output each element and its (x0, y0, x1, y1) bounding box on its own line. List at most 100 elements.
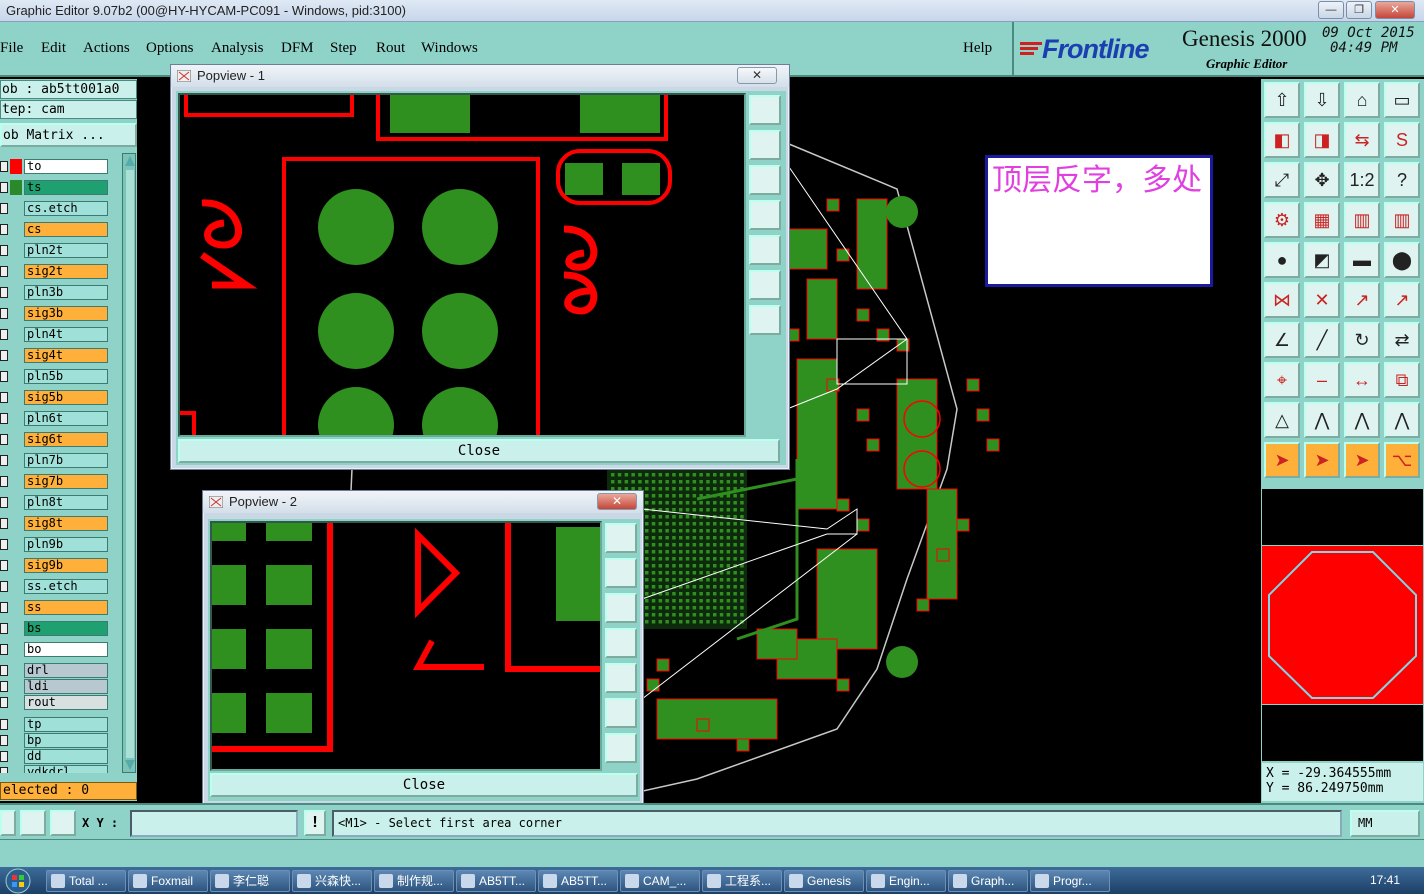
layer-row[interactable]: drl (0, 663, 110, 678)
layer-name[interactable]: tp (24, 717, 108, 732)
grid-icon[interactable]: ▦ (1304, 202, 1340, 238)
popview-2-close-button[interactable]: Close (210, 773, 638, 797)
diagonal-icon[interactable]: ╱ (1304, 322, 1340, 358)
layer-row[interactable]: tp (0, 717, 110, 732)
snap-icon[interactable]: ⌖ (1264, 362, 1300, 398)
layer-row[interactable]: pln7b (0, 453, 110, 468)
popview-1-close-button[interactable]: Close (178, 439, 780, 463)
layer-name[interactable]: sig9b (24, 558, 108, 573)
layer-color-swatch[interactable] (10, 495, 22, 510)
layer-checkbox[interactable] (0, 371, 8, 382)
minus-icon[interactable]: – (1304, 362, 1340, 398)
layer-row[interactable]: ldi (0, 679, 110, 694)
menu-rout[interactable]: Rout (376, 40, 405, 57)
popview-pan-up-icon[interactable] (605, 558, 637, 588)
layer-toggle-2-icon[interactable]: ▥ (1384, 202, 1420, 238)
layer-checkbox[interactable] (0, 751, 8, 762)
layer-name[interactable]: pln5b (24, 369, 108, 384)
menu-file[interactable]: File (0, 40, 23, 57)
grid-tool-icon[interactable] (50, 810, 76, 836)
layer-name[interactable]: ts (24, 180, 108, 195)
layer-checkbox[interactable] (0, 476, 8, 487)
layer-name[interactable]: cs.etch (24, 201, 108, 216)
angle-icon[interactable]: ∠ (1264, 322, 1300, 358)
layer-checkbox[interactable] (0, 539, 8, 550)
popview-zoom-out-icon[interactable] (605, 733, 637, 763)
layer-color-swatch[interactable] (10, 306, 22, 321)
layer-name[interactable]: ss.etch (24, 579, 108, 594)
layer-name[interactable]: sig3b (24, 306, 108, 321)
swap-icon[interactable]: ⇆ (1344, 122, 1380, 158)
taskbar-button[interactable]: 李仁聪 (210, 870, 290, 892)
layer-checkbox[interactable] (0, 287, 8, 298)
layer-checkbox[interactable] (0, 224, 8, 235)
pin-2-icon[interactable]: ↗ (1384, 282, 1420, 318)
rotate-icon[interactable]: ↻ (1344, 322, 1380, 358)
layer-checkbox[interactable] (0, 203, 8, 214)
cross-icon[interactable]: ✕ (1304, 282, 1340, 318)
popview-1-view[interactable] (178, 93, 746, 437)
layer-name[interactable]: pln6t (24, 411, 108, 426)
layer-checkbox[interactable] (0, 767, 8, 773)
layer-checkbox[interactable] (0, 350, 8, 361)
layer-color-swatch[interactable] (10, 327, 22, 342)
menu-edit[interactable]: Edit (41, 40, 66, 57)
layer-color-swatch[interactable] (10, 243, 22, 258)
layer-name[interactable]: to (24, 159, 108, 174)
layer-checkbox[interactable] (0, 681, 8, 692)
layer-row[interactable]: sig8t (0, 516, 110, 531)
layer-name[interactable]: pln7b (24, 453, 108, 468)
layer-color-swatch[interactable] (10, 348, 22, 363)
attribute-icon[interactable]: ⚙ (1264, 202, 1300, 238)
layer-row[interactable]: sig6t (0, 432, 110, 447)
layer-row[interactable]: bp (0, 733, 110, 748)
layer-row[interactable]: pln5b (0, 369, 110, 384)
triangle-icon[interactable]: △ (1264, 402, 1300, 438)
layer-checkbox[interactable] (0, 266, 8, 277)
taskbar-button[interactable]: 兴森快... (292, 870, 372, 892)
layer-color-swatch[interactable] (10, 432, 22, 447)
layer-checkbox[interactable] (0, 245, 8, 256)
layer-name[interactable]: dd (24, 749, 108, 764)
popview-pan-right-icon[interactable] (605, 663, 637, 693)
layer-name[interactable]: sig7b (24, 474, 108, 489)
layer-row[interactable]: ss (0, 600, 110, 615)
pointer-icon[interactable]: ➤ (1264, 442, 1300, 478)
popview-pan-up-icon[interactable] (749, 130, 781, 160)
upload-icon[interactable]: ⇧ (1264, 82, 1300, 118)
line-icon[interactable]: ◩ (1304, 242, 1340, 278)
pad-icon[interactable]: ● (1264, 242, 1300, 278)
layer-name[interactable]: bo (24, 642, 108, 657)
layer-checkbox[interactable] (0, 697, 8, 708)
job-matrix-button[interactable]: ob Matrix ... (0, 123, 137, 147)
layer-name[interactable]: sig4t (24, 348, 108, 363)
layer-checkbox[interactable] (0, 602, 8, 613)
layer-name[interactable]: bp (24, 733, 108, 748)
layer-row[interactable]: ts (0, 180, 110, 195)
pointer-2-icon[interactable]: ➤ (1304, 442, 1340, 478)
center-icon[interactable]: ✥ (1304, 162, 1340, 198)
popview-zoom-fit-icon[interactable] (605, 523, 637, 553)
layer-color-swatch[interactable] (10, 537, 22, 552)
layer-color-swatch[interactable] (10, 222, 22, 237)
taskbar-button[interactable]: 工程系... (702, 870, 782, 892)
layer-color-swatch[interactable] (10, 621, 22, 636)
help-icon[interactable]: ? (1384, 162, 1420, 198)
layer-row[interactable]: sig5b (0, 390, 110, 405)
popview-pan-down-icon[interactable] (605, 593, 637, 623)
layer-name[interactable]: rout (24, 695, 108, 710)
taskbar-button[interactable]: Total ... (46, 870, 126, 892)
menu-actions[interactable]: Actions (83, 40, 130, 57)
layer-checkbox[interactable] (0, 329, 8, 340)
close-window-button[interactable]: ✕ (1375, 1, 1415, 19)
popview-zoom-in-icon[interactable] (749, 270, 781, 300)
layer-name[interactable]: cs (24, 222, 108, 237)
layer-row[interactable]: sig2t (0, 264, 110, 279)
fit-icon[interactable]: ⤢ (1264, 162, 1300, 198)
popview-pan-left-icon[interactable] (749, 200, 781, 230)
layer-name[interactable]: sig6t (24, 432, 108, 447)
layer-checkbox[interactable] (0, 161, 8, 172)
layer-row[interactable]: pln8t (0, 495, 110, 510)
layer-checkbox[interactable] (0, 644, 8, 655)
layer-name[interactable]: sig8t (24, 516, 108, 531)
